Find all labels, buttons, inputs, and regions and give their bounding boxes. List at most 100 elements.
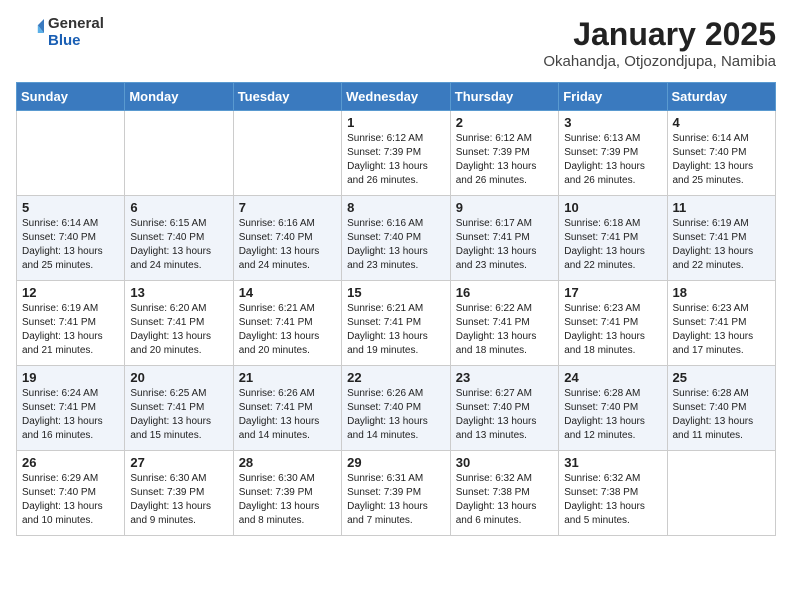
calendar-cell: 8 Sunrise: 6:16 AMSunset: 7:40 PMDaylight… [342, 196, 451, 281]
calendar-cell: 29 Sunrise: 6:31 AMSunset: 7:39 PMDayligh… [342, 451, 451, 536]
day-number: 12 [22, 285, 119, 300]
day-number: 31 [564, 455, 661, 470]
calendar-cell: 19 Sunrise: 6:24 AMSunset: 7:41 PMDayligh… [17, 366, 125, 451]
calendar-table: SundayMondayTuesdayWednesdayThursdayFrid… [16, 82, 776, 536]
weekday-header-row: SundayMondayTuesdayWednesdayThursdayFrid… [17, 83, 776, 111]
day-info: Sunrise: 6:30 AMSunset: 7:39 PMDaylight:… [130, 472, 227, 528]
calendar-cell: 1 Sunrise: 6:12 AMSunset: 7:39 PMDaylight… [342, 111, 451, 196]
calendar-cell: 16 Sunrise: 6:22 AMSunset: 7:41 PMDayligh… [450, 281, 558, 366]
calendar-cell: 11 Sunrise: 6:19 AMSunset: 7:41 PMDayligh… [667, 196, 776, 281]
calendar-cell: 27Sunrise: 6:30 AMSunset: 7:39 PMDayligh… [125, 451, 233, 536]
calendar-cell: 17 Sunrise: 6:23 AMSunset: 7:41 PMDayligh… [559, 281, 667, 366]
calendar-week-row: 1 Sunrise: 6:12 AMSunset: 7:39 PMDaylight… [17, 111, 776, 196]
calendar-cell: 5 Sunrise: 6:14 AMSunset: 7:40 PMDaylight… [17, 196, 125, 281]
day-number: 11 [673, 200, 771, 215]
day-number: 26 [22, 455, 119, 470]
calendar-cell: 26 Sunrise: 6:29 AMSunset: 7:40 PMDayligh… [17, 451, 125, 536]
logo-text: General Blue [48, 16, 104, 49]
calendar-cell: 12 Sunrise: 6:19 AMSunset: 7:41 PMDayligh… [17, 281, 125, 366]
calendar-cell: 10 Sunrise: 6:18 AMSunset: 7:41 PMDayligh… [559, 196, 667, 281]
day-number: 2 [456, 115, 553, 130]
day-number: 18 [673, 285, 771, 300]
calendar-cell: 23 Sunrise: 6:27 AMSunset: 7:40 PMDayligh… [450, 366, 558, 451]
day-info: Sunrise: 6:22 AMSunset: 7:41 PMDaylight:… [456, 302, 553, 358]
day-info: Sunrise: 6:16 AMSunset: 7:40 PMDaylight:… [239, 217, 336, 273]
weekday-header-thursday: Thursday [450, 83, 558, 111]
day-number: 23 [456, 370, 553, 385]
calendar-cell: 21 Sunrise: 6:26 AMSunset: 7:41 PMDayligh… [233, 366, 341, 451]
calendar-cell [233, 111, 341, 196]
day-info: Sunrise: 6:26 AMSunset: 7:40 PMDaylight:… [347, 387, 445, 443]
day-number: 8 [347, 200, 445, 215]
calendar-cell: 3 Sunrise: 6:13 AMSunset: 7:39 PMDaylight… [559, 111, 667, 196]
logo: General Blue [16, 16, 104, 49]
calendar-cell: 28 Sunrise: 6:30 AMSunset: 7:39 PMDayligh… [233, 451, 341, 536]
day-number: 30 [456, 455, 553, 470]
day-number: 5 [22, 200, 119, 215]
calendar-cell: 6Sunrise: 6:15 AMSunset: 7:40 PMDaylight… [125, 196, 233, 281]
weekday-header-monday: Monday [125, 83, 233, 111]
day-number: 19 [22, 370, 119, 385]
day-info: Sunrise: 6:13 AMSunset: 7:39 PMDaylight:… [564, 132, 661, 188]
calendar-cell: 31 Sunrise: 6:32 AMSunset: 7:38 PMDayligh… [559, 451, 667, 536]
page-header: General Blue January 2025 Okahandja, Otj… [16, 16, 776, 70]
month-title: January 2025 [543, 16, 776, 53]
day-number: 29 [347, 455, 445, 470]
title-block: January 2025 Okahandja, Otjozondjupa, Na… [543, 16, 776, 70]
calendar-cell: 22 Sunrise: 6:26 AMSunset: 7:40 PMDayligh… [342, 366, 451, 451]
day-number: 17 [564, 285, 661, 300]
day-info: Sunrise: 6:28 AMSunset: 7:40 PMDaylight:… [673, 387, 771, 443]
calendar-cell [17, 111, 125, 196]
calendar-cell [125, 111, 233, 196]
day-info: Sunrise: 6:18 AMSunset: 7:41 PMDaylight:… [564, 217, 661, 273]
calendar-cell: 13 Sunrise: 6:20 AMSunset: 7:41 PMDayligh… [125, 281, 233, 366]
day-number: 14 [239, 285, 336, 300]
calendar-cell: 30 Sunrise: 6:32 AMSunset: 7:38 PMDayligh… [450, 451, 558, 536]
location: Okahandja, Otjozondjupa, Namibia [543, 53, 776, 70]
weekday-header-saturday: Saturday [667, 83, 776, 111]
logo-icon [16, 19, 44, 47]
day-info: Sunrise: 6:23 AMSunset: 7:41 PMDaylight:… [673, 302, 771, 358]
day-info: Sunrise: 6:16 AMSunset: 7:40 PMDaylight:… [347, 217, 445, 273]
weekday-header-sunday: Sunday [17, 83, 125, 111]
day-number: 24 [564, 370, 661, 385]
day-info: Sunrise: 6:32 AMSunset: 7:38 PMDaylight:… [564, 472, 661, 528]
day-info: Sunrise: 6:23 AMSunset: 7:41 PMDaylight:… [564, 302, 661, 358]
day-number: 10 [564, 200, 661, 215]
calendar-cell [667, 451, 776, 536]
day-number: 16 [456, 285, 553, 300]
day-info: Sunrise: 6:17 AMSunset: 7:41 PMDaylight:… [456, 217, 553, 273]
logo-blue: Blue [48, 33, 104, 50]
calendar-week-row: 26 Sunrise: 6:29 AMSunset: 7:40 PMDayligh… [17, 451, 776, 536]
day-number: 1 [347, 115, 445, 130]
day-info: Sunrise: 6:26 AMSunset: 7:41 PMDaylight:… [239, 387, 336, 443]
day-info: Sunrise: 6:32 AMSunset: 7:38 PMDaylight:… [456, 472, 553, 528]
day-info: Sunrise: 6:30 AMSunset: 7:39 PMDaylight:… [239, 472, 336, 528]
day-info: Sunrise: 6:31 AMSunset: 7:39 PMDaylight:… [347, 472, 445, 528]
logo-general: General [48, 16, 104, 33]
day-info: Sunrise: 6:14 AMSunset: 7:40 PMDaylight:… [22, 217, 119, 273]
weekday-header-wednesday: Wednesday [342, 83, 451, 111]
day-info: Sunrise: 6:12 AMSunset: 7:39 PMDaylight:… [347, 132, 445, 188]
day-info: Sunrise: 6:21 AMSunset: 7:41 PMDaylight:… [347, 302, 445, 358]
weekday-header-friday: Friday [559, 83, 667, 111]
day-info: Sunrise: 6:15 AMSunset: 7:40 PMDaylight:… [130, 217, 227, 273]
day-info: Sunrise: 6:12 AMSunset: 7:39 PMDaylight:… [456, 132, 553, 188]
day-number: 21 [239, 370, 336, 385]
day-info: Sunrise: 6:14 AMSunset: 7:40 PMDaylight:… [673, 132, 771, 188]
day-info: Sunrise: 6:19 AMSunset: 7:41 PMDaylight:… [673, 217, 771, 273]
day-info: Sunrise: 6:29 AMSunset: 7:40 PMDaylight:… [22, 472, 119, 528]
day-info: Sunrise: 6:28 AMSunset: 7:40 PMDaylight:… [564, 387, 661, 443]
calendar-cell: 15Sunrise: 6:21 AMSunset: 7:41 PMDayligh… [342, 281, 451, 366]
day-number: 13 [130, 285, 227, 300]
day-info: Sunrise: 6:20 AMSunset: 7:41 PMDaylight:… [130, 302, 227, 358]
day-info: Sunrise: 6:27 AMSunset: 7:40 PMDaylight:… [456, 387, 553, 443]
day-number: 3 [564, 115, 661, 130]
calendar-cell: 2 Sunrise: 6:12 AMSunset: 7:39 PMDaylight… [450, 111, 558, 196]
day-info: Sunrise: 6:19 AMSunset: 7:41 PMDaylight:… [22, 302, 119, 358]
day-number: 28 [239, 455, 336, 470]
calendar-week-row: 5 Sunrise: 6:14 AMSunset: 7:40 PMDaylight… [17, 196, 776, 281]
day-info: Sunrise: 6:24 AMSunset: 7:41 PMDaylight:… [22, 387, 119, 443]
weekday-header-tuesday: Tuesday [233, 83, 341, 111]
day-number: 22 [347, 370, 445, 385]
